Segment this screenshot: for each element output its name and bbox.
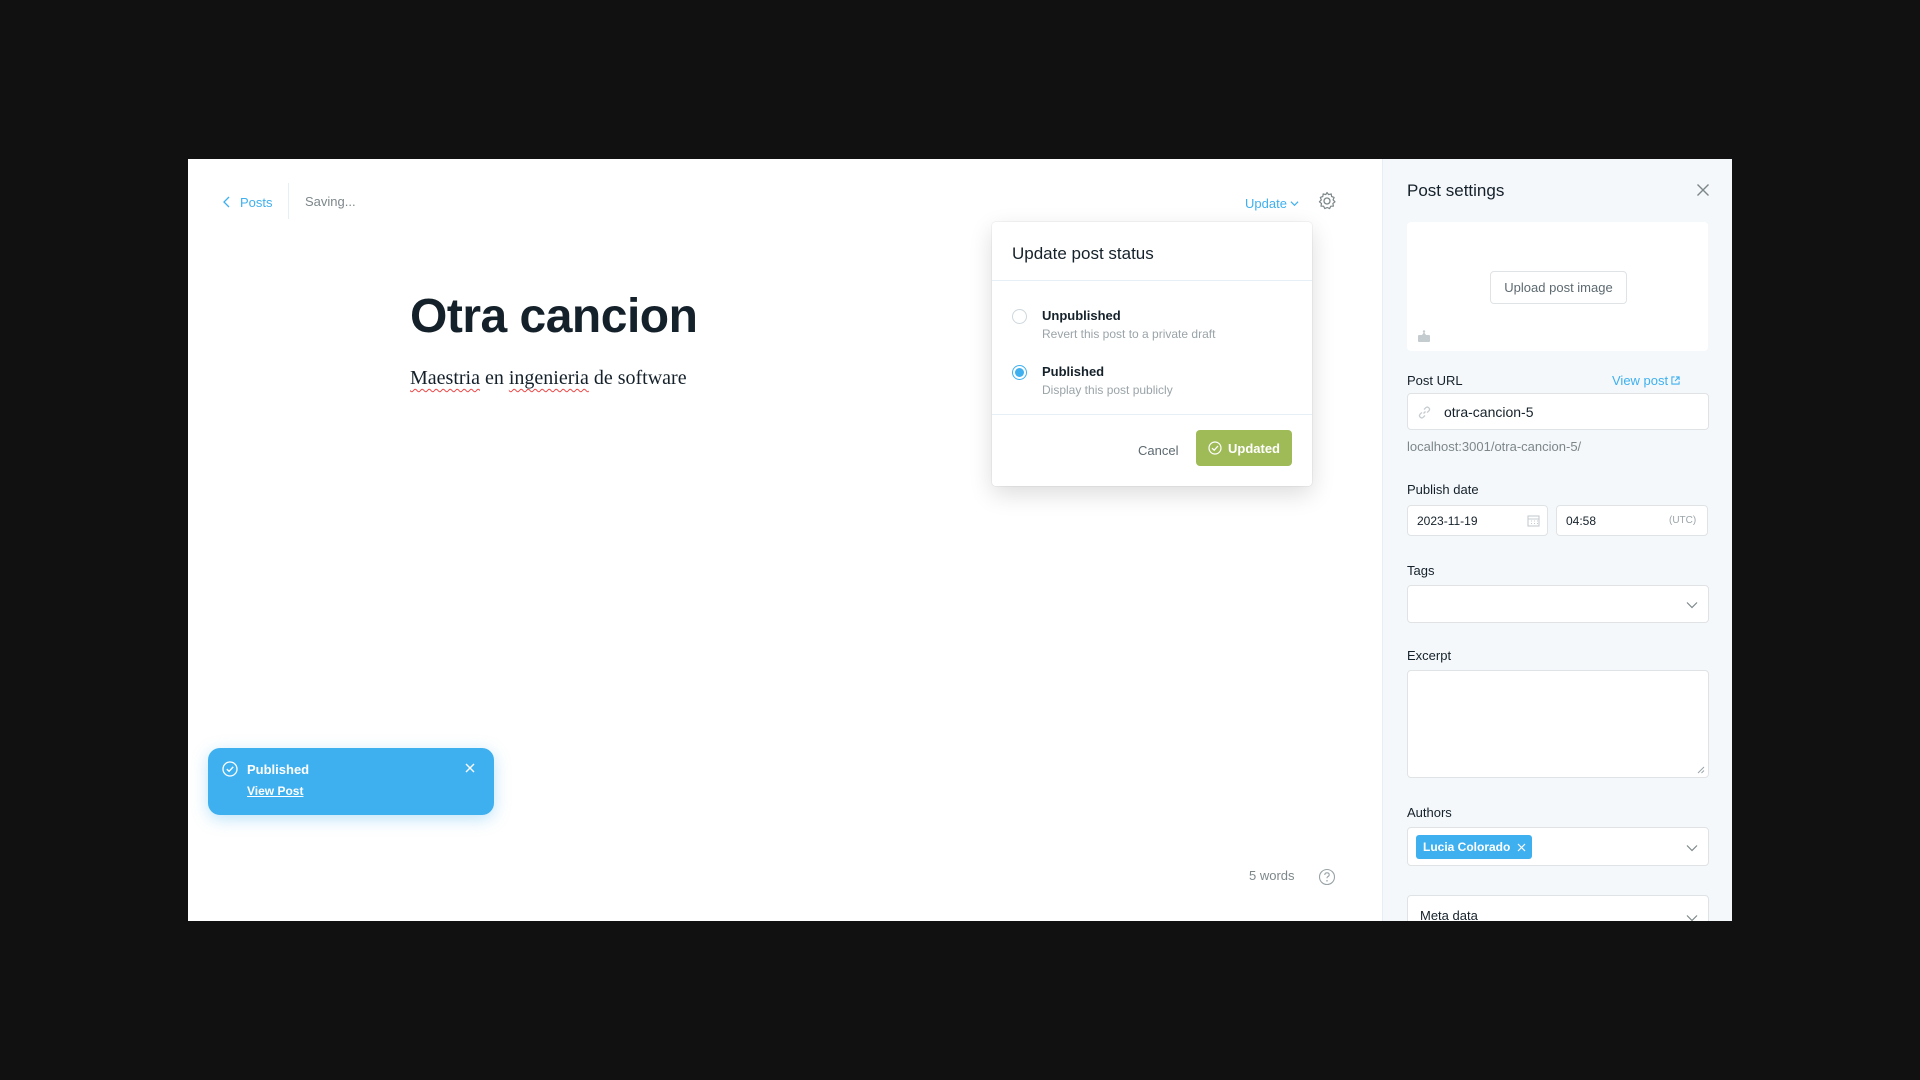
close-icon[interactable] [1696, 183, 1710, 197]
cancel-button[interactable]: Cancel [1138, 443, 1178, 458]
update-status-popover: Update post status Unpublished Revert th… [992, 222, 1312, 486]
toast-label: Published [247, 762, 310, 777]
editor-area: Posts Saving... Update Otra cancion Maes… [188, 159, 1382, 921]
save-status: Saving... [305, 194, 356, 209]
external-link-icon [1671, 376, 1680, 385]
link-icon [1418, 406, 1431, 419]
close-icon[interactable] [1517, 843, 1526, 852]
excerpt-textarea[interactable] [1407, 670, 1709, 778]
timezone-label: (UTC) [1669, 515, 1697, 526]
post-title[interactable]: Otra cancion [410, 289, 698, 344]
publish-date-label: Publish date [1407, 482, 1479, 497]
published-toast: Published View Post [208, 748, 494, 815]
published-radio[interactable] [1012, 365, 1027, 380]
body-word: Maestria [410, 367, 480, 389]
upload-post-image-button[interactable]: Upload post image [1490, 271, 1627, 304]
chevron-down-icon [1686, 602, 1698, 609]
option-label: Unpublished [1042, 308, 1121, 323]
option-description: Display this post publicly [1042, 383, 1173, 397]
chevron-right-icon [1686, 915, 1698, 921]
popover-title: Update post status [1012, 244, 1154, 263]
option-published[interactable]: Published Display this post publicly [1012, 362, 1292, 406]
chevron-left-icon [223, 196, 230, 208]
publish-time-input[interactable]: 04:58 (UTC) [1556, 505, 1708, 536]
body-word: en [484, 367, 504, 389]
back-label: Posts [240, 194, 273, 210]
date-value: 2023-11-19 [1417, 514, 1478, 528]
view-post-label: View post [1612, 373, 1669, 388]
unpublished-radio[interactable] [1012, 309, 1027, 324]
view-post-link[interactable]: View post [1612, 373, 1680, 388]
close-icon[interactable] [464, 762, 476, 774]
slug-value: otra-cancion-5 [1444, 404, 1534, 420]
tags-input[interactable] [1407, 585, 1709, 623]
question-icon[interactable] [1318, 868, 1336, 886]
divider [288, 183, 289, 219]
time-value: 04:58 [1566, 514, 1597, 528]
panel-title: Post settings [1407, 181, 1505, 200]
tags-label: Tags [1407, 563, 1435, 578]
excerpt-label: Excerpt [1407, 648, 1452, 663]
view-post-link[interactable]: View Post [247, 784, 303, 798]
body-word: ingenieria [508, 367, 589, 389]
author-token[interactable]: Lucia Colorado [1416, 835, 1533, 859]
chevron-down-icon [1686, 845, 1698, 852]
editor-window: Posts Saving... Update Otra cancion Maes… [188, 159, 1732, 921]
image-icon [1418, 330, 1430, 342]
update-menu-button[interactable]: Update [1245, 193, 1299, 213]
post-url-input[interactable]: otra-cancion-5 [1407, 393, 1709, 430]
body-word: de [593, 367, 613, 389]
option-description: Revert this post to a private draft [1042, 327, 1216, 341]
gear-icon[interactable] [1317, 191, 1337, 211]
calendar-icon [1527, 515, 1540, 527]
updated-label: Updated [1228, 440, 1280, 456]
meta-data-row[interactable]: Meta data [1407, 895, 1709, 921]
post-url-label: Post URL [1407, 373, 1463, 388]
author-name: Lucia Colorado [1423, 840, 1511, 854]
post-body[interactable]: Maestria en ingenieria de software [410, 367, 687, 390]
resize-handle-icon[interactable] [1697, 766, 1705, 774]
title-text: Otra cancion [410, 290, 698, 343]
word-count: 5 words [1249, 868, 1295, 883]
option-label: Published [1042, 364, 1105, 379]
back-to-posts-link[interactable]: Posts [222, 192, 273, 212]
meta-data-label: Meta data [1420, 908, 1478, 921]
update-label: Update [1245, 195, 1287, 211]
check-circle-icon [1208, 441, 1222, 455]
option-unpublished[interactable]: Unpublished Revert this post to a privat… [1012, 306, 1292, 350]
divider [992, 414, 1312, 415]
updated-button[interactable]: Updated [1196, 430, 1292, 466]
authors-label: Authors [1407, 805, 1452, 820]
check-circle-icon [222, 761, 238, 777]
publish-date-input[interactable]: 2023-11-19 [1407, 505, 1548, 536]
post-image-box: Upload post image [1407, 222, 1708, 351]
divider [992, 280, 1312, 281]
post-settings-panel: Post settings Upload post image Post URL… [1382, 159, 1732, 921]
post-url-preview: localhost:3001/otra-cancion-5/ [1407, 439, 1582, 454]
chevron-down-icon [1290, 200, 1299, 206]
authors-input[interactable]: Lucia Colorado [1407, 827, 1709, 866]
body-word: software [617, 367, 687, 389]
